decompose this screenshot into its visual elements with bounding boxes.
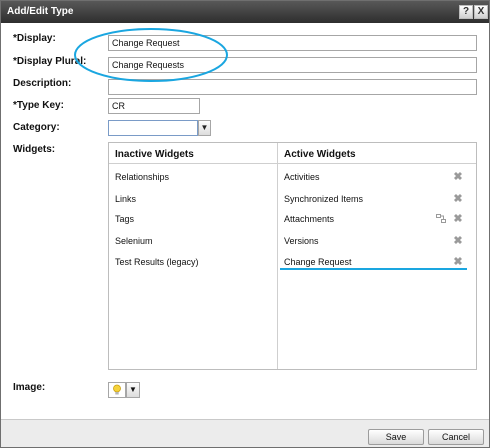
remove-icon[interactable]: ✖ [453, 172, 463, 183]
inactive-widgets-header: Inactive Widgets [115, 149, 194, 160]
display-input[interactable]: Change Request [108, 35, 477, 51]
help-button[interactable]: ? [459, 5, 473, 19]
remove-icon[interactable]: ✖ [453, 214, 463, 225]
cancel-button[interactable]: Cancel [428, 429, 484, 445]
remove-icon[interactable]: ✖ [453, 257, 463, 268]
active-widget-change-request[interactable]: Change Request [284, 257, 352, 267]
header-separator [109, 163, 476, 164]
close-icon: X [477, 6, 485, 17]
inactive-widget-links[interactable]: Links [115, 194, 136, 204]
dialog-titlebar: Add/Edit Type ? X [1, 1, 489, 23]
active-widget-activities[interactable]: Activities [284, 172, 320, 182]
remove-icon[interactable]: ✖ [453, 236, 463, 247]
inactive-widget-selenium[interactable]: Selenium [115, 236, 153, 246]
widgets-panel: Inactive Widgets Active Widgets Relation… [108, 142, 477, 370]
category-select[interactable] [108, 120, 198, 136]
description-label: Description: [13, 78, 72, 89]
active-widget-synchronized-items[interactable]: Synchronized Items [284, 194, 363, 204]
help-icon: ? [462, 6, 470, 17]
type-key-label: *Type Key: [13, 100, 64, 111]
display-label: *Display: [13, 33, 56, 44]
column-divider [277, 143, 278, 369]
dialog-footer: Save Cancel [1, 419, 489, 447]
active-widget-attachments[interactable]: Attachments [284, 214, 334, 224]
remove-icon[interactable]: ✖ [453, 194, 463, 205]
inactive-widget-test-results[interactable]: Test Results (legacy) [115, 257, 199, 267]
type-key-input[interactable]: CR [108, 98, 200, 114]
category-dropdown-button[interactable]: ▼ [198, 120, 211, 136]
display-plural-label: *Display Plural: [13, 56, 87, 67]
dialog-title: Add/Edit Type [7, 6, 74, 17]
display-plural-input[interactable]: Change Requests [108, 57, 477, 73]
chevron-down-icon: ▼ [129, 385, 137, 394]
chevron-down-icon: ▼ [200, 123, 209, 132]
category-label: Category: [13, 122, 60, 133]
widgets-label: Widgets: [13, 144, 56, 155]
config-link-icon[interactable] [436, 214, 446, 223]
inactive-widget-tags[interactable]: Tags [115, 214, 134, 224]
inactive-widget-relationships[interactable]: Relationships [115, 172, 169, 182]
image-picker[interactable]: ▼ [108, 382, 140, 398]
active-widget-versions[interactable]: Versions [284, 236, 319, 246]
description-input[interactable] [108, 79, 477, 95]
active-widgets-header: Active Widgets [284, 149, 356, 160]
image-label: Image: [13, 382, 46, 393]
save-button[interactable]: Save [368, 429, 424, 445]
image-dropdown-button[interactable]: ▼ [126, 382, 140, 398]
image-preview [108, 382, 126, 398]
add-edit-type-dialog: Add/Edit Type ? X *Display: Change Reque… [0, 0, 490, 448]
close-button[interactable]: X [474, 5, 488, 19]
lightbulb-icon [113, 384, 121, 395]
